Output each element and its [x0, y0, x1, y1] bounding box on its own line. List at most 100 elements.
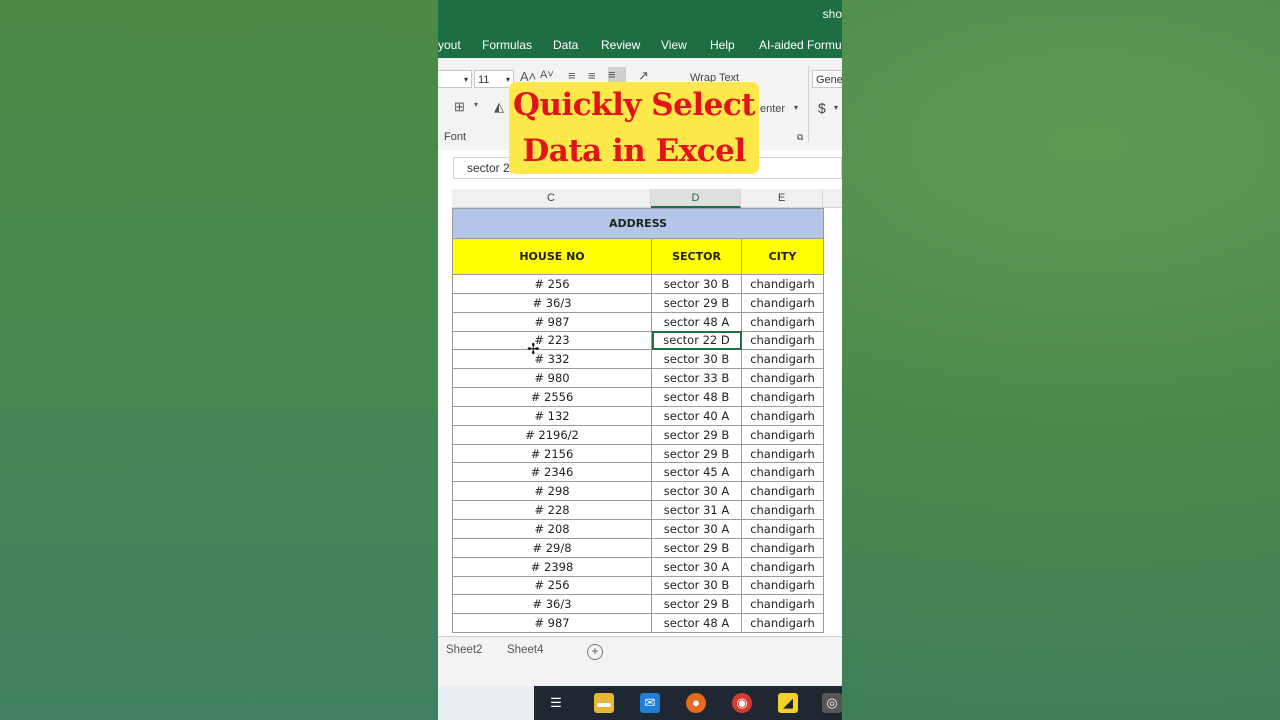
cell-sector[interactable]: sector 29 B: [651, 424, 742, 445]
dialog-launcher-icon[interactable]: ⧉: [797, 132, 803, 143]
chevron-down-icon[interactable]: ▾: [834, 103, 838, 112]
cell-city[interactable]: chandigarh: [741, 368, 824, 389]
table-title-cell[interactable]: ADDRESS: [452, 208, 824, 239]
cell-house-no[interactable]: # 29/8: [452, 537, 652, 558]
camera-icon[interactable]: ◎: [822, 693, 842, 713]
weather-widget-icon[interactable]: [438, 686, 534, 720]
cell-house-no[interactable]: # 980: [452, 368, 652, 389]
cell-sector[interactable]: sector 31 A: [651, 500, 742, 520]
cell-city[interactable]: chandigarh: [741, 330, 824, 351]
cell-sector[interactable]: sector 29 B: [651, 292, 742, 313]
cell-sector[interactable]: sector 30 A: [651, 518, 742, 539]
cell-city[interactable]: chandigarh: [741, 556, 824, 577]
sheet-tab-sheet2[interactable]: Sheet2: [446, 644, 482, 656]
cell-city[interactable]: chandigarh: [741, 500, 824, 520]
sticky-notes-icon[interactable]: ◢: [778, 693, 798, 713]
chevron-down-icon: ▾: [463, 75, 468, 84]
table-row: # 223 sector 22 Dchandigarh: [452, 330, 824, 351]
merge-center-label[interactable]: enter: [760, 103, 785, 115]
font-size-dropdown[interactable]: 11 ▾: [474, 70, 514, 88]
cell-city[interactable]: chandigarh: [741, 613, 824, 634]
cell-sector[interactable]: sector 29 B: [651, 594, 742, 615]
menu-review[interactable]: Review: [601, 38, 640, 52]
cell-house-no[interactable]: # 36/3: [452, 292, 652, 313]
cell-city[interactable]: chandigarh: [741, 594, 824, 615]
cell-house-no[interactable]: # 2196/2: [452, 424, 652, 445]
cell-sector[interactable]: sector 33 B: [651, 368, 742, 389]
task-view-icon[interactable]: ☰: [546, 693, 566, 713]
cell-house-no[interactable]: # 256: [452, 575, 652, 596]
align-bottom-icon[interactable]: ≡: [608, 67, 626, 83]
column-header-c[interactable]: C: [452, 189, 651, 208]
cell-house-no[interactable]: # 2346: [452, 462, 652, 483]
cell-sector[interactable]: sector 22 D: [651, 330, 742, 351]
mail-icon[interactable]: ✉: [640, 693, 660, 713]
header-house-no[interactable]: HOUSE NO: [452, 238, 652, 275]
cell-city[interactable]: chandigarh: [741, 575, 824, 596]
cell-city[interactable]: chandigarh: [741, 443, 824, 464]
sheet-tab-sheet4[interactable]: Sheet4: [507, 644, 543, 656]
chevron-down-icon[interactable]: ▾: [474, 100, 478, 109]
header-sector[interactable]: SECTOR: [651, 238, 742, 275]
cell-sector[interactable]: sector 30 B: [651, 575, 742, 596]
cell-house-no[interactable]: # 208: [452, 518, 652, 539]
cell-city[interactable]: chandigarh: [741, 518, 824, 539]
cell-city[interactable]: chandigarh: [741, 405, 824, 426]
cell-house-no[interactable]: # 332: [452, 349, 652, 370]
cell-sector[interactable]: sector 48 B: [651, 387, 742, 407]
menu-page-layout[interactable]: yout: [438, 38, 461, 52]
menu-ai-formula[interactable]: AI-aided Formula: [759, 38, 842, 52]
cell-city[interactable]: chandigarh: [741, 481, 824, 502]
chevron-down-icon[interactable]: ▾: [794, 103, 798, 112]
header-city[interactable]: CITY: [741, 238, 824, 275]
worksheet-grid[interactable]: ✢ ADDRESS HOUSE NO SECTOR CITY # 256 sect…: [438, 208, 842, 636]
menu-data[interactable]: Data: [553, 38, 578, 52]
cell-city[interactable]: chandigarh: [741, 274, 824, 294]
menu-formulas[interactable]: Formulas: [482, 38, 532, 52]
cell-house-no[interactable]: # 2156: [452, 443, 652, 464]
cell-house-no[interactable]: # 987: [452, 311, 652, 332]
column-header-d[interactable]: D: [651, 189, 741, 208]
file-explorer-icon[interactable]: ▬: [594, 693, 614, 713]
cell-city[interactable]: chandigarh: [741, 462, 824, 483]
cell-city[interactable]: chandigarh: [741, 311, 824, 332]
align-top-icon[interactable]: ≡: [568, 68, 576, 83]
cell-sector[interactable]: sector 48 A: [651, 311, 742, 332]
firefox-icon[interactable]: ●: [686, 693, 706, 713]
menu-view[interactable]: View: [661, 38, 687, 52]
chrome-icon[interactable]: ◉: [732, 693, 752, 713]
number-format-dropdown[interactable]: Gene: [812, 70, 842, 88]
cell-house-no[interactable]: # 2398: [452, 556, 652, 577]
cell-sector[interactable]: sector 30 A: [651, 481, 742, 502]
cell-sector[interactable]: sector 30 A: [651, 556, 742, 577]
cell-sector[interactable]: sector 30 B: [651, 274, 742, 294]
cell-city[interactable]: chandigarh: [741, 537, 824, 558]
cell-sector[interactable]: sector 29 B: [651, 537, 742, 558]
cell-house-no[interactable]: # 987: [452, 613, 652, 634]
cell-city[interactable]: chandigarh: [741, 349, 824, 370]
cell-sector[interactable]: sector 30 B: [651, 349, 742, 370]
cell-city[interactable]: chandigarh: [741, 387, 824, 407]
column-header-e[interactable]: E: [741, 189, 823, 208]
cell-sector[interactable]: sector 45 A: [651, 462, 742, 483]
fill-color-icon[interactable]: ◭: [494, 99, 504, 115]
cell-sector[interactable]: sector 48 A: [651, 613, 742, 634]
cell-house-no[interactable]: # 132: [452, 405, 652, 426]
font-name-dropdown[interactable]: ▾: [438, 70, 472, 88]
cell-house-no[interactable]: # 256: [452, 274, 652, 294]
menu-help[interactable]: Help: [710, 38, 735, 52]
cell-house-no[interactable]: # 298: [452, 481, 652, 502]
cell-house-no[interactable]: # 223: [452, 330, 652, 351]
cell-city[interactable]: chandigarh: [741, 424, 824, 445]
align-middle-icon[interactable]: ≡: [588, 68, 596, 83]
currency-button[interactable]: $: [818, 100, 826, 116]
cell-city[interactable]: chandigarh: [741, 292, 824, 313]
borders-icon[interactable]: ⊞: [454, 99, 465, 115]
cell-house-no[interactable]: # 36/3: [452, 594, 652, 615]
decrease-font-icon[interactable]: A˅: [540, 69, 554, 81]
cell-house-no[interactable]: # 2556: [452, 387, 652, 407]
cell-house-no[interactable]: # 228: [452, 500, 652, 520]
cell-sector[interactable]: sector 40 A: [651, 405, 742, 426]
add-sheet-icon[interactable]: +: [587, 644, 603, 660]
cell-sector[interactable]: sector 29 B: [651, 443, 742, 464]
